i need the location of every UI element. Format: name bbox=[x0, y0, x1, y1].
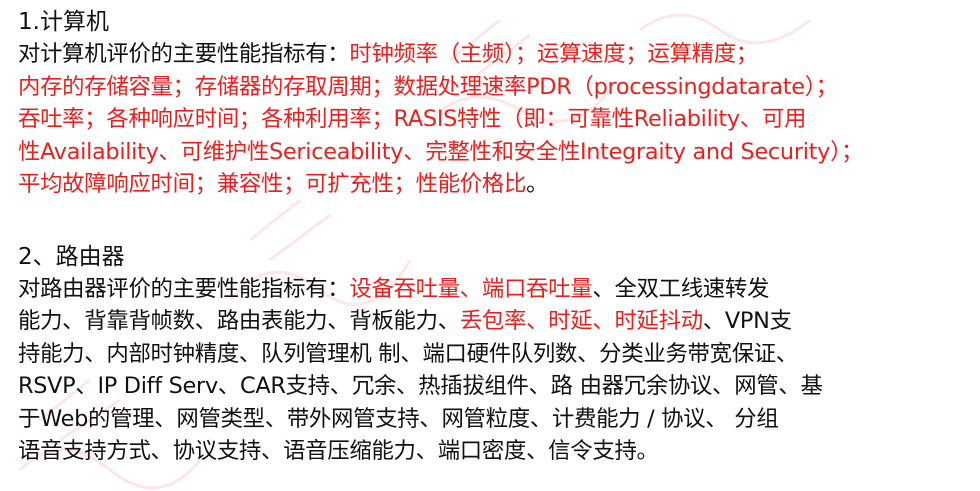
highlighted-metric-text: 时钟频率（主频）；运算速度；运算精度； bbox=[349, 41, 758, 67]
highlighted-metric-text: 性Availability、可维护性Sericeability、完整性和安全性I… bbox=[18, 138, 864, 165]
highlighted-metric-text: 丢包率、时延、时延抖动 bbox=[459, 308, 703, 334]
text-line: 平均故障响应时间；兼容性；可扩充性；性能价格比。 bbox=[18, 168, 968, 201]
highlighted-metric-text: 内存的存储容量；存储器的存取周期；数据处理速率PDR（processingdat… bbox=[18, 73, 838, 100]
text-line: 对计算机评价的主要性能指标有：时钟频率（主频）；运算速度；运算精度； bbox=[18, 38, 968, 71]
body-text: 语音支持方式、协议支持、语音压缩能力、端口密度、信令支持。 bbox=[18, 438, 659, 464]
computer-metrics-paragraph: 对计算机评价的主要性能指标有：时钟频率（主频）；运算速度；运算精度； 内存的存储容… bbox=[18, 38, 968, 201]
body-text: 、VPN支 bbox=[702, 308, 792, 334]
body-text: 、全双工线速转发 bbox=[592, 275, 770, 302]
highlighted-metric-text: 设备吞吐量、端口吞吐量 bbox=[349, 275, 593, 302]
body-text: RSVP、IP Diff Serv、CAR支持、冗余、热插拔组件、路 由器冗余协… bbox=[18, 373, 823, 399]
highlighted-metric-text: 吞吐率；各种响应时间；各种利用率；RASIS特性（即：可靠性Reliabilit… bbox=[18, 106, 807, 132]
text-line: RSVP、IP Diff Serv、CAR支持、冗余、热插拔组件、路 由器冗余协… bbox=[18, 370, 968, 403]
body-text: 于Web的管理、网管类型、带外网管支持、网管粒度、计费能力 / 协议、 分组 bbox=[18, 405, 779, 432]
body-text: 能力、背靠背帧数、路由表能力、背板能力、 bbox=[18, 308, 460, 334]
document-page: 1.计算机 对计算机评价的主要性能指标有：时钟频率（主频）；运算速度；运算精度；… bbox=[18, 6, 968, 468]
text-line: 内存的存储容量；存储器的存取周期；数据处理速率PDR（processingdat… bbox=[18, 71, 968, 104]
highlighted-metric-text: 平均故障响应时间；兼容性；可扩充性；性能价格比 bbox=[18, 171, 527, 197]
body-text: 对计算机评价的主要性能指标有： bbox=[18, 41, 350, 67]
text-line: 性Availability、可维护性Sericeability、完整性和安全性I… bbox=[18, 136, 968, 169]
body-text: 持能力、内部时钟精度、队列管理机 制、端口硬件队列数、分类业务带宽保证、 bbox=[18, 340, 798, 367]
text-line: 于Web的管理、网管类型、带外网管支持、网管粒度、计费能力 / 协议、 分组 bbox=[18, 403, 968, 436]
section-heading-router: 2、路由器 bbox=[18, 243, 125, 270]
router-metrics-paragraph: 对路由器评价的主要性能指标有：设备吞吐量、端口吞吐量、全双工线速转发 能力、背靠背… bbox=[18, 273, 968, 468]
body-text: 对路由器评价的主要性能指标有： bbox=[18, 275, 350, 302]
body-text: 。 bbox=[526, 171, 549, 197]
text-line: 能力、背靠背帧数、路由表能力、背板能力、丢包率、时延、时延抖动、VPN支 bbox=[18, 305, 968, 338]
text-line: 语音支持方式、协议支持、语音压缩能力、端口密度、信令支持。 bbox=[18, 435, 968, 468]
text-line: 吞吐率；各种响应时间；各种利用率；RASIS特性（即：可靠性Reliabilit… bbox=[18, 103, 968, 136]
text-line: 对路由器评价的主要性能指标有：设备吞吐量、端口吞吐量、全双工线速转发 bbox=[18, 273, 968, 306]
text-line: 持能力、内部时钟精度、队列管理机 制、端口硬件队列数、分类业务带宽保证、 bbox=[18, 338, 968, 371]
section-heading-computer: 1.计算机 bbox=[18, 9, 109, 35]
